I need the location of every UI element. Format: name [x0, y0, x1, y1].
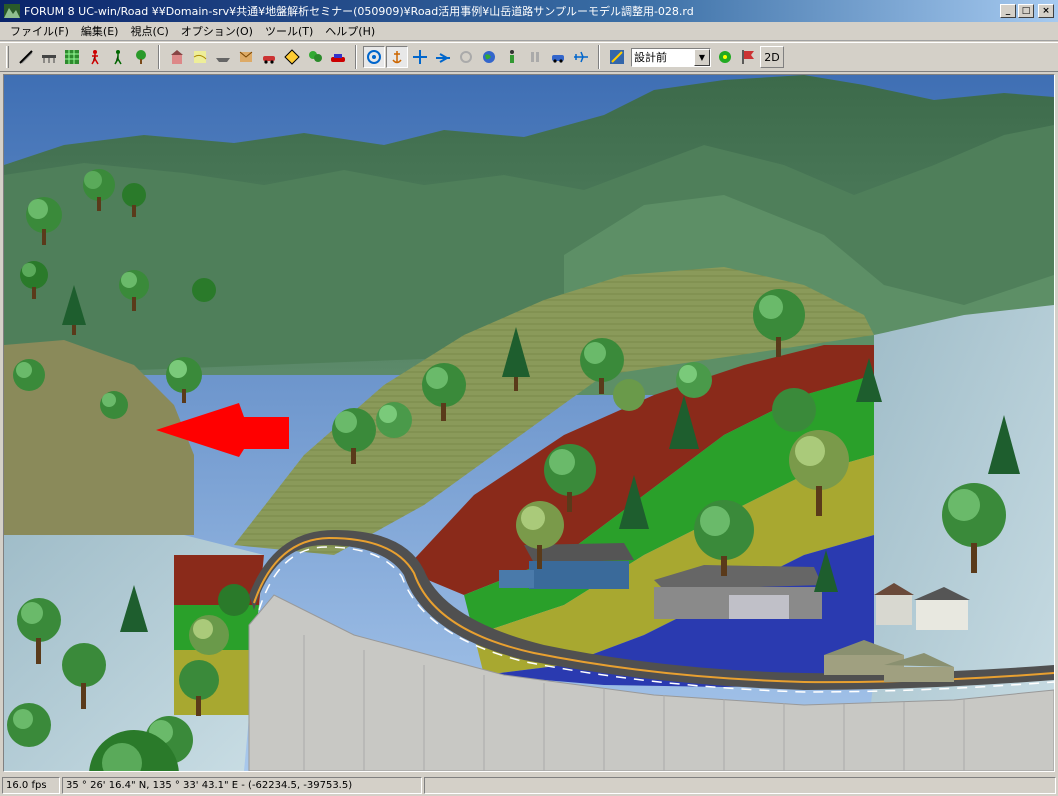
map-icon[interactable]	[189, 46, 211, 68]
minimize-button[interactable]: _	[1000, 4, 1016, 18]
globe-icon[interactable]	[478, 46, 500, 68]
airplane-icon[interactable]	[570, 46, 592, 68]
scene-render[interactable]	[4, 75, 1054, 771]
menu-tools[interactable]: ツール(T)	[259, 23, 319, 39]
rotate-view-icon[interactable]	[363, 46, 385, 68]
maximize-button[interactable]: □	[1018, 4, 1034, 18]
scenario-select[interactable]: 設計前 ▼	[631, 47, 711, 67]
flower-icon[interactable]	[455, 46, 477, 68]
toolbar: 設計前 ▼ 2D	[0, 42, 1058, 72]
toolbar-grip[interactable]	[6, 46, 9, 68]
fps-readout: 16.0 fps	[2, 776, 60, 794]
menu-options[interactable]: オプション(O)	[175, 23, 259, 39]
toolbar-group-objects	[162, 46, 353, 68]
landscape-icon[interactable]	[304, 46, 326, 68]
terrain-icon[interactable]	[61, 46, 83, 68]
menu-view[interactable]: 視点(C)	[124, 23, 174, 39]
menu-bar: ファイル(F) 編集(E) 視点(C) オプション(O) ツール(T) ヘルプ(…	[0, 22, 1058, 41]
status-bar: 16.0 fps 35 ° 26' 16.4" N, 135 ° 33' 43.…	[0, 774, 1058, 796]
menu-help[interactable]: ヘルプ(H)	[319, 23, 381, 39]
bridge-icon[interactable]	[38, 46, 60, 68]
toolbar-group-edit	[11, 46, 156, 68]
car-icon[interactable]	[327, 46, 349, 68]
traffic-light-icon[interactable]	[714, 46, 736, 68]
building-icon[interactable]	[166, 46, 188, 68]
edit-scenario-icon[interactable]	[606, 46, 628, 68]
status-empty-pane	[424, 776, 1056, 794]
toolbar-separator	[355, 45, 357, 69]
person-icon[interactable]	[501, 46, 523, 68]
sign-icon[interactable]	[281, 46, 303, 68]
move-icon[interactable]	[409, 46, 431, 68]
flag-icon[interactable]	[737, 46, 759, 68]
toolbar-separator	[598, 45, 600, 69]
object-icon[interactable]	[235, 46, 257, 68]
3d-viewport[interactable]	[3, 74, 1055, 772]
menu-edit[interactable]: 編集(E)	[75, 23, 125, 39]
menu-file[interactable]: ファイル(F)	[4, 23, 75, 39]
2d-view-button[interactable]: 2D	[760, 46, 784, 68]
window-title: FORUM 8 UC-win/Road ¥¥Domain-srv¥共通¥地盤解析…	[24, 5, 694, 18]
vehicle-icon[interactable]	[258, 46, 280, 68]
pause-icon[interactable]	[524, 46, 546, 68]
scenario-select-value: 設計前	[634, 51, 667, 64]
toolbar-group-navigation	[359, 46, 596, 68]
coordinate-readout: 35 ° 26' 16.4" N, 135 ° 33' 43.1" E - (-…	[62, 776, 422, 794]
toolbar-separator	[158, 45, 160, 69]
tree-icon[interactable]	[130, 46, 152, 68]
title-bar[interactable]: FORUM 8 UC-win/Road ¥¥Domain-srv¥共通¥地盤解析…	[0, 0, 1058, 22]
toolbar-group-scenario: 設計前 ▼ 2D	[602, 46, 788, 68]
close-button[interactable]: ×	[1038, 4, 1054, 18]
app-logo-icon	[4, 4, 20, 18]
pedestrian-icon[interactable]	[84, 46, 106, 68]
anchor-icon[interactable]	[386, 46, 408, 68]
fly-icon[interactable]	[432, 46, 454, 68]
chevron-down-icon[interactable]: ▼	[694, 48, 710, 66]
drive-icon[interactable]	[547, 46, 569, 68]
building-gray	[654, 565, 822, 619]
boat-icon[interactable]	[212, 46, 234, 68]
road-icon[interactable]	[15, 46, 37, 68]
walk-icon[interactable]	[107, 46, 129, 68]
